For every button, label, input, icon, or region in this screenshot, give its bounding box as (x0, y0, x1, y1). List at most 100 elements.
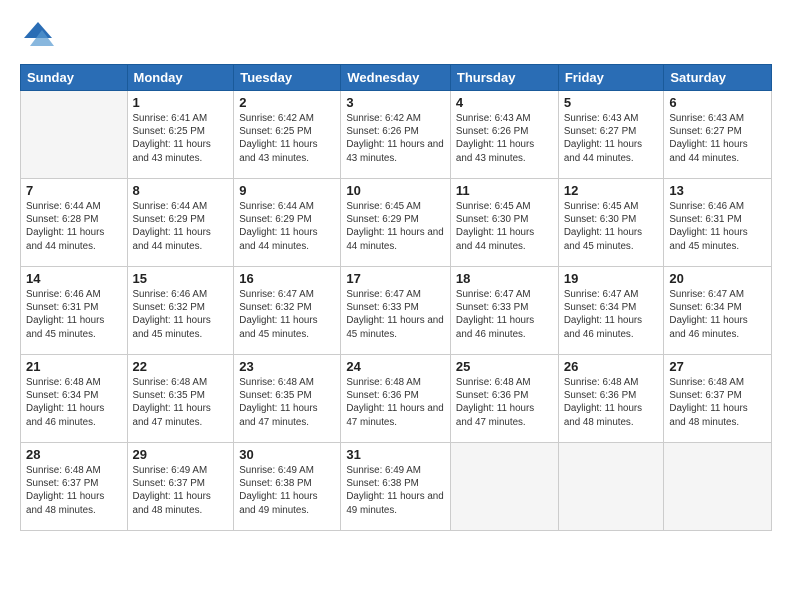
day-info: Sunrise: 6:42 AMSunset: 6:26 PMDaylight:… (346, 112, 445, 165)
day-number: 17 (346, 271, 445, 286)
day-info: Sunrise: 6:46 AMSunset: 6:31 PMDaylight:… (669, 200, 766, 253)
calendar-cell (450, 443, 558, 531)
day-number: 26 (564, 359, 659, 374)
calendar-cell: 16Sunrise: 6:47 AMSunset: 6:32 PMDayligh… (234, 267, 341, 355)
day-info: Sunrise: 6:49 AMSunset: 6:38 PMDaylight:… (239, 464, 335, 517)
logo-icon (20, 18, 56, 54)
day-number: 2 (239, 95, 335, 110)
header (20, 18, 772, 54)
calendar-cell: 14Sunrise: 6:46 AMSunset: 6:31 PMDayligh… (21, 267, 128, 355)
day-number: 10 (346, 183, 445, 198)
day-number: 25 (456, 359, 553, 374)
day-info: Sunrise: 6:48 AMSunset: 6:35 PMDaylight:… (133, 376, 229, 429)
day-number: 22 (133, 359, 229, 374)
calendar-cell: 24 Sunrise: 6:48 AMSunset: 6:36 PMDayligh… (341, 355, 451, 443)
calendar-header-sunday: Sunday (21, 65, 128, 91)
calendar-cell: 13Sunrise: 6:46 AMSunset: 6:31 PMDayligh… (664, 179, 772, 267)
calendar-week-row: 1 Sunrise: 6:41 AMSunset: 6:25 PMDaylight… (21, 91, 772, 179)
calendar-cell: 12 Sunrise: 6:45 AMSunset: 6:30 PMDayligh… (558, 179, 664, 267)
day-number: 19 (564, 271, 659, 286)
day-info: Sunrise: 6:45 AMSunset: 6:30 PMDaylight:… (456, 200, 553, 253)
day-info: Sunrise: 6:47 AMSunset: 6:34 PMDaylight:… (564, 288, 659, 341)
calendar-week-row: 14Sunrise: 6:46 AMSunset: 6:31 PMDayligh… (21, 267, 772, 355)
calendar-cell: 18 Sunrise: 6:47 AMSunset: 6:33 PMDayligh… (450, 267, 558, 355)
calendar-cell: 27 Sunrise: 6:48 AMSunset: 6:37 PMDayligh… (664, 355, 772, 443)
day-number: 4 (456, 95, 553, 110)
calendar-week-row: 7Sunrise: 6:44 AMSunset: 6:28 PMDaylight… (21, 179, 772, 267)
calendar-header-wednesday: Wednesday (341, 65, 451, 91)
calendar-week-row: 28 Sunrise: 6:48 AMSunset: 6:37 PMDayligh… (21, 443, 772, 531)
calendar-cell (558, 443, 664, 531)
day-number: 31 (346, 447, 445, 462)
calendar-table: SundayMondayTuesdayWednesdayThursdayFrid… (20, 64, 772, 531)
calendar-cell (21, 91, 128, 179)
day-info: Sunrise: 6:46 AMSunset: 6:32 PMDaylight:… (133, 288, 229, 341)
day-number: 29 (133, 447, 229, 462)
calendar-header-tuesday: Tuesday (234, 65, 341, 91)
day-info: Sunrise: 6:42 AMSunset: 6:25 PMDaylight:… (239, 112, 335, 165)
day-info: Sunrise: 6:47 AMSunset: 6:33 PMDaylight:… (456, 288, 553, 341)
day-info: Sunrise: 6:48 AMSunset: 6:37 PMDaylight:… (26, 464, 122, 517)
day-number: 15 (133, 271, 229, 286)
day-number: 21 (26, 359, 122, 374)
calendar-cell (664, 443, 772, 531)
calendar-cell: 21 Sunrise: 6:48 AMSunset: 6:34 PMDayligh… (21, 355, 128, 443)
day-number: 3 (346, 95, 445, 110)
day-number: 7 (26, 183, 122, 198)
calendar-cell: 9 Sunrise: 6:44 AMSunset: 6:29 PMDaylight… (234, 179, 341, 267)
day-info: Sunrise: 6:41 AMSunset: 6:25 PMDaylight:… (133, 112, 229, 165)
calendar-cell: 23Sunrise: 6:48 AMSunset: 6:35 PMDayligh… (234, 355, 341, 443)
day-number: 12 (564, 183, 659, 198)
day-number: 27 (669, 359, 766, 374)
calendar-cell: 1 Sunrise: 6:41 AMSunset: 6:25 PMDaylight… (127, 91, 234, 179)
day-info: Sunrise: 6:45 AMSunset: 6:29 PMDaylight:… (346, 200, 445, 253)
calendar-cell: 7Sunrise: 6:44 AMSunset: 6:28 PMDaylight… (21, 179, 128, 267)
day-info: Sunrise: 6:43 AMSunset: 6:26 PMDaylight:… (456, 112, 553, 165)
calendar-cell: 3 Sunrise: 6:42 AMSunset: 6:26 PMDaylight… (341, 91, 451, 179)
calendar-week-row: 21 Sunrise: 6:48 AMSunset: 6:34 PMDayligh… (21, 355, 772, 443)
day-info: Sunrise: 6:49 AMSunset: 6:37 PMDaylight:… (133, 464, 229, 517)
day-info: Sunrise: 6:45 AMSunset: 6:30 PMDaylight:… (564, 200, 659, 253)
day-number: 1 (133, 95, 229, 110)
day-info: Sunrise: 6:48 AMSunset: 6:37 PMDaylight:… (669, 376, 766, 429)
calendar-cell: 26 Sunrise: 6:48 AMSunset: 6:36 PMDayligh… (558, 355, 664, 443)
calendar-cell: 11Sunrise: 6:45 AMSunset: 6:30 PMDayligh… (450, 179, 558, 267)
calendar-cell: 10 Sunrise: 6:45 AMSunset: 6:29 PMDayligh… (341, 179, 451, 267)
day-number: 18 (456, 271, 553, 286)
calendar-cell: 19 Sunrise: 6:47 AMSunset: 6:34 PMDayligh… (558, 267, 664, 355)
day-number: 20 (669, 271, 766, 286)
calendar-cell: 30 Sunrise: 6:49 AMSunset: 6:38 PMDayligh… (234, 443, 341, 531)
calendar-cell: 29 Sunrise: 6:49 AMSunset: 6:37 PMDayligh… (127, 443, 234, 531)
day-info: Sunrise: 6:43 AMSunset: 6:27 PMDaylight:… (564, 112, 659, 165)
day-number: 5 (564, 95, 659, 110)
day-info: Sunrise: 6:48 AMSunset: 6:34 PMDaylight:… (26, 376, 122, 429)
day-info: Sunrise: 6:46 AMSunset: 6:31 PMDaylight:… (26, 288, 122, 341)
calendar-header-thursday: Thursday (450, 65, 558, 91)
calendar-cell: 8 Sunrise: 6:44 AMSunset: 6:29 PMDaylight… (127, 179, 234, 267)
day-info: Sunrise: 6:48 AMSunset: 6:36 PMDaylight:… (564, 376, 659, 429)
calendar-cell: 22 Sunrise: 6:48 AMSunset: 6:35 PMDayligh… (127, 355, 234, 443)
calendar-cell: 28 Sunrise: 6:48 AMSunset: 6:37 PMDayligh… (21, 443, 128, 531)
day-info: Sunrise: 6:49 AMSunset: 6:38 PMDaylight:… (346, 464, 445, 517)
day-info: Sunrise: 6:47 AMSunset: 6:34 PMDaylight:… (669, 288, 766, 341)
day-number: 30 (239, 447, 335, 462)
calendar-cell: 25 Sunrise: 6:48 AMSunset: 6:36 PMDayligh… (450, 355, 558, 443)
day-info: Sunrise: 6:47 AMSunset: 6:33 PMDaylight:… (346, 288, 445, 341)
calendar-cell: 20 Sunrise: 6:47 AMSunset: 6:34 PMDayligh… (664, 267, 772, 355)
day-info: Sunrise: 6:48 AMSunset: 6:36 PMDaylight:… (346, 376, 445, 429)
calendar-cell: 31 Sunrise: 6:49 AMSunset: 6:38 PMDayligh… (341, 443, 451, 531)
day-number: 9 (239, 183, 335, 198)
calendar-cell: 17 Sunrise: 6:47 AMSunset: 6:33 PMDayligh… (341, 267, 451, 355)
day-number: 8 (133, 183, 229, 198)
day-info: Sunrise: 6:48 AMSunset: 6:35 PMDaylight:… (239, 376, 335, 429)
page: SundayMondayTuesdayWednesdayThursdayFrid… (0, 0, 792, 612)
day-number: 16 (239, 271, 335, 286)
calendar-cell: 2 Sunrise: 6:42 AMSunset: 6:25 PMDaylight… (234, 91, 341, 179)
calendar-cell: 15 Sunrise: 6:46 AMSunset: 6:32 PMDayligh… (127, 267, 234, 355)
day-info: Sunrise: 6:48 AMSunset: 6:36 PMDaylight:… (456, 376, 553, 429)
day-info: Sunrise: 6:44 AMSunset: 6:29 PMDaylight:… (239, 200, 335, 253)
day-info: Sunrise: 6:44 AMSunset: 6:29 PMDaylight:… (133, 200, 229, 253)
day-number: 28 (26, 447, 122, 462)
day-number: 6 (669, 95, 766, 110)
day-number: 24 (346, 359, 445, 374)
